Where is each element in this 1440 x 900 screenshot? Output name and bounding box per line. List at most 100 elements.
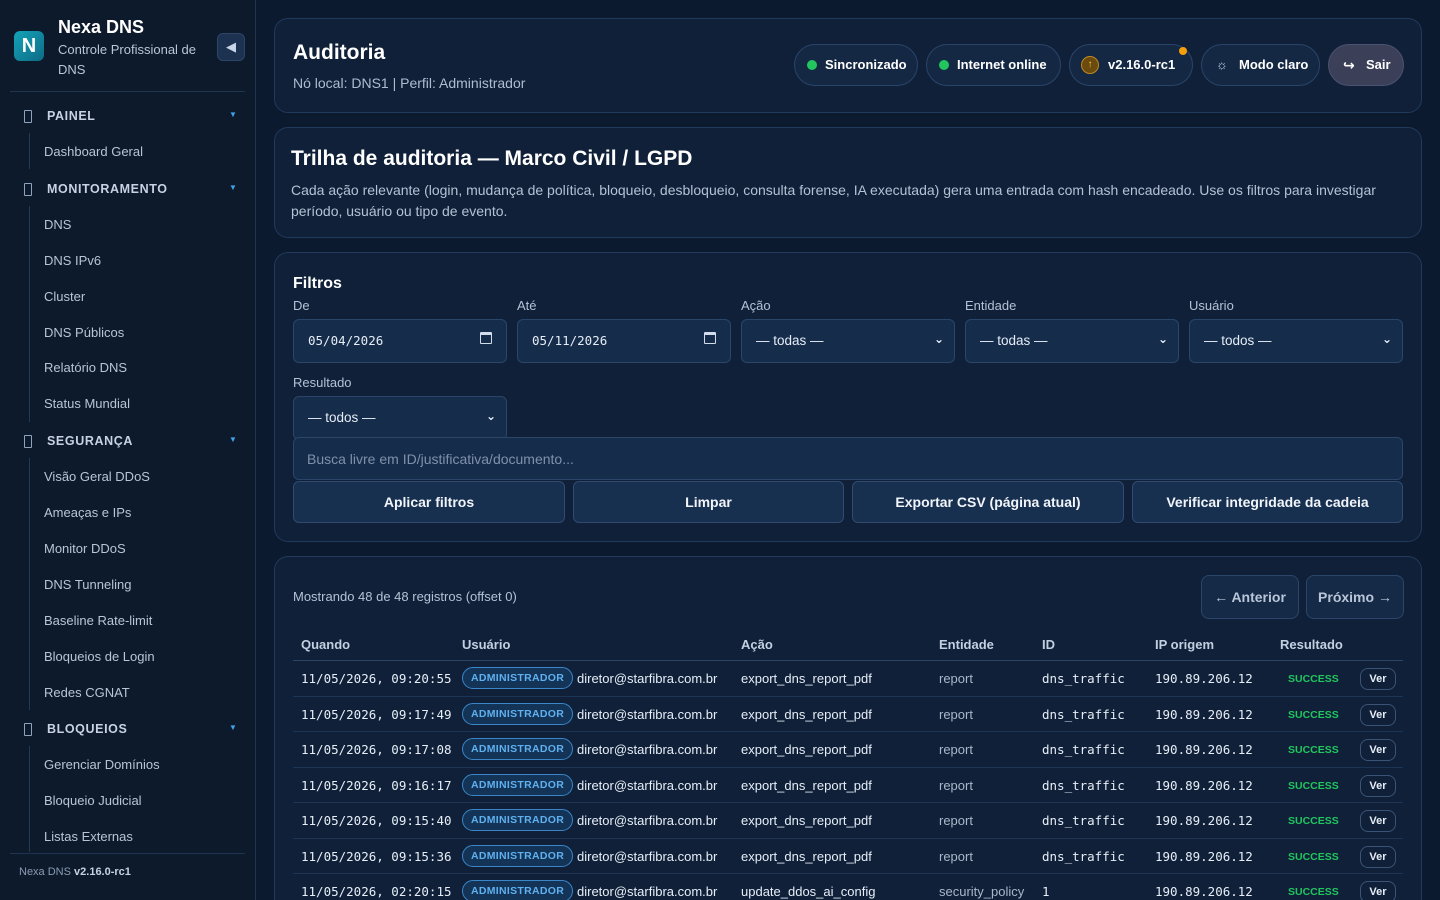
cell-when: 11/05/2026, 09:17:49 bbox=[301, 706, 452, 722]
sidebar-item-bloqueios-login[interactable]: Bloqueios de Login bbox=[44, 649, 155, 664]
column-header-id[interactable]: ID bbox=[1042, 637, 1055, 652]
export-csv-button[interactable]: Exportar CSV (página atual) bbox=[852, 481, 1124, 523]
sidebar-item-bloqueio-judicial[interactable]: Bloqueio Judicial bbox=[44, 793, 142, 808]
sidebar-item-dns-tunneling[interactable]: DNS Tunneling bbox=[44, 577, 131, 592]
collapse-sidebar-button[interactable]: ◀ bbox=[217, 33, 245, 61]
cell-ip: 190.89.206.12 bbox=[1155, 742, 1253, 757]
sidebar-item-ameacas-ips[interactable]: Ameaças e IPs bbox=[44, 505, 131, 520]
user-selected-value: — todos — bbox=[1204, 333, 1272, 348]
nexa-logo-icon[interactable]: N bbox=[14, 31, 44, 61]
results-panel: Mostrando 48 de 48 registros (offset 0) … bbox=[274, 556, 1422, 900]
previous-page-button[interactable]: ← Anterior bbox=[1201, 575, 1299, 619]
cell-entity: report bbox=[939, 777, 973, 793]
sidebar-item-cluster[interactable]: Cluster bbox=[44, 289, 85, 304]
nav-group-bloqueios[interactable]: BLOQUEIOS ▼ bbox=[24, 720, 237, 740]
column-header-acao[interactable]: Ação bbox=[741, 637, 773, 652]
view-button[interactable]: Ver bbox=[1360, 810, 1396, 832]
next-page-button[interactable]: Próximo → bbox=[1306, 575, 1404, 619]
view-button[interactable]: Ver bbox=[1360, 774, 1396, 797]
verify-chain-button[interactable]: Verificar integridade da cadeia bbox=[1132, 481, 1403, 523]
sidebar-item-monitor-ddos[interactable]: Monitor DDoS bbox=[44, 541, 126, 556]
sidebar-item-listas-externas[interactable]: Listas Externas bbox=[44, 829, 133, 844]
view-button[interactable]: Ver bbox=[1360, 881, 1396, 900]
column-header-usuario[interactable]: Usuário bbox=[462, 637, 510, 652]
page-header: Auditoria Nó local: DNS1 | Perfil: Admin… bbox=[274, 18, 1422, 113]
column-header-resultado[interactable]: Resultado bbox=[1280, 637, 1343, 652]
cell-user: diretor@starfibra.com.br bbox=[577, 777, 718, 793]
cell-id: dns_traffic bbox=[1042, 706, 1125, 722]
sidebar-item-dns[interactable]: DNS bbox=[44, 217, 71, 232]
sidebar-item-dns-publicos[interactable]: DNS Públicos bbox=[44, 325, 124, 340]
role-badge: ADMINISTRADOR bbox=[462, 880, 574, 900]
cell-entity: report bbox=[939, 671, 973, 686]
version-pill[interactable]: ↑ v2.16.0-rc1 bbox=[1069, 44, 1193, 86]
to-date-input[interactable]: 05/11/2026 bbox=[517, 319, 731, 363]
from-label: De bbox=[293, 298, 310, 313]
calendar-icon[interactable] bbox=[480, 332, 492, 344]
action-label: Ação bbox=[741, 298, 771, 313]
entity-label: Entidade bbox=[965, 298, 1017, 313]
cell-ip: 190.89.206.12 bbox=[1155, 884, 1253, 899]
from-date-input[interactable]: 05/04/2026 bbox=[293, 319, 507, 363]
page-subtitle: Nó local: DNS1 | Perfil: Administrador bbox=[293, 75, 526, 91]
column-header-ip-origem[interactable]: IP origem bbox=[1155, 637, 1214, 652]
result-selected-value: — todos — bbox=[308, 410, 376, 425]
sidebar-item-status-mundial[interactable]: Status Mundial bbox=[44, 396, 130, 411]
logout-arrow-icon: ↪ bbox=[1343, 57, 1355, 73]
result-select[interactable]: — todos — ⌄ bbox=[293, 396, 507, 440]
cell-when: 11/05/2026, 09:16:17 bbox=[301, 777, 452, 793]
sidebar-item-visao-geral-ddos[interactable]: Visão Geral DDoS bbox=[44, 469, 150, 484]
folder-icon bbox=[24, 110, 32, 123]
sidebar-item-baseline-rate-limit[interactable]: Baseline Rate-limit bbox=[44, 613, 152, 628]
nav-group-label: MONITORAMENTO bbox=[47, 182, 168, 196]
apply-filters-button[interactable]: Aplicar filtros bbox=[293, 481, 565, 523]
sidebar-item-dns-ipv6[interactable]: DNS IPv6 bbox=[44, 253, 101, 268]
sidebar-item-gerenciar-dominios[interactable]: Gerenciar Domínios bbox=[44, 757, 160, 772]
sidebar-item-relatorio-dns[interactable]: Relatório DNS bbox=[44, 360, 127, 375]
sidebar-item-redes-cgnat[interactable]: Redes CGNAT bbox=[44, 685, 130, 700]
table-row[interactable]: 11/05/2026, 02:20:15 ADMINISTRADOR diretor… bbox=[293, 874, 1403, 900]
column-header-quando[interactable]: Quando bbox=[301, 637, 350, 652]
clear-filters-button[interactable]: Limpar bbox=[573, 481, 844, 523]
search-input[interactable]: Busca livre em ID/justificativa/document… bbox=[293, 437, 1403, 480]
nav-group-painel[interactable]: PAINEL ▼ bbox=[24, 107, 237, 127]
nav-tree-line bbox=[29, 206, 30, 422]
internet-status-label: Internet online bbox=[957, 57, 1047, 72]
table-row[interactable]: 11/05/2026, 09:17:08 ADMINISTRADOR diretor… bbox=[293, 732, 1403, 768]
logout-button[interactable]: ↪ Sair bbox=[1328, 44, 1404, 86]
cell-when: 11/05/2026, 09:17:08 bbox=[301, 742, 452, 757]
cell-entity: report bbox=[939, 848, 973, 864]
entity-select[interactable]: — todas — ⌄ bbox=[965, 319, 1179, 363]
table-row[interactable]: 11/05/2026, 09:16:17 ADMINISTRADOR diretor… bbox=[293, 768, 1403, 803]
nav-group-monitoramento[interactable]: MONITORAMENTO ▼ bbox=[24, 180, 237, 200]
sync-status-pill[interactable]: Sincronizado bbox=[794, 44, 918, 86]
column-header-entidade[interactable]: Entidade bbox=[939, 637, 994, 652]
nav-group-seguranca[interactable]: SEGURANÇA ▼ bbox=[24, 432, 237, 452]
cell-action: export_dns_report_pdf bbox=[741, 848, 872, 864]
action-select[interactable]: — todas — ⌄ bbox=[741, 319, 955, 363]
table-row[interactable]: 11/05/2026, 09:17:49 ADMINISTRADOR diretor… bbox=[293, 697, 1403, 732]
view-button[interactable]: Ver bbox=[1360, 739, 1396, 761]
cell-when: 11/05/2026, 09:20:55 bbox=[301, 671, 452, 686]
from-date-value: 05/04/2026 bbox=[308, 333, 384, 348]
table-row[interactable]: 11/05/2026, 09:15:40 ADMINISTRADOR diretor… bbox=[293, 803, 1403, 839]
cell-id: dns_traffic bbox=[1042, 813, 1125, 828]
internet-status-pill[interactable]: Internet online bbox=[926, 44, 1061, 86]
table-row[interactable]: 11/05/2026, 09:20:55 ADMINISTRADOR diretor… bbox=[293, 661, 1403, 697]
view-button[interactable]: Ver bbox=[1360, 668, 1396, 690]
sidebar-item-dashboard-geral[interactable]: Dashboard Geral bbox=[44, 144, 143, 159]
theme-toggle-button[interactable]: ☼ Modo claro bbox=[1201, 44, 1320, 86]
cell-action: export_dns_report_pdf bbox=[741, 671, 872, 686]
calendar-icon[interactable] bbox=[704, 332, 716, 344]
status-badge: SUCCESS bbox=[1288, 850, 1339, 863]
results-count: Mostrando 48 de 48 registros (offset 0) bbox=[293, 589, 517, 604]
nav-group-label: SEGURANÇA bbox=[47, 434, 133, 448]
table-row[interactable]: 11/05/2026, 09:15:36 ADMINISTRADOR diretor… bbox=[293, 839, 1403, 874]
view-button[interactable]: Ver bbox=[1360, 845, 1396, 868]
user-select[interactable]: — todos — ⌄ bbox=[1189, 319, 1403, 363]
version-label: v2.16.0-rc1 bbox=[1108, 57, 1176, 72]
view-button[interactable]: Ver bbox=[1360, 703, 1396, 726]
status-badge: SUCCESS bbox=[1288, 815, 1339, 827]
cell-action: export_dns_report_pdf bbox=[741, 777, 872, 793]
status-badge: SUCCESS bbox=[1288, 886, 1339, 898]
